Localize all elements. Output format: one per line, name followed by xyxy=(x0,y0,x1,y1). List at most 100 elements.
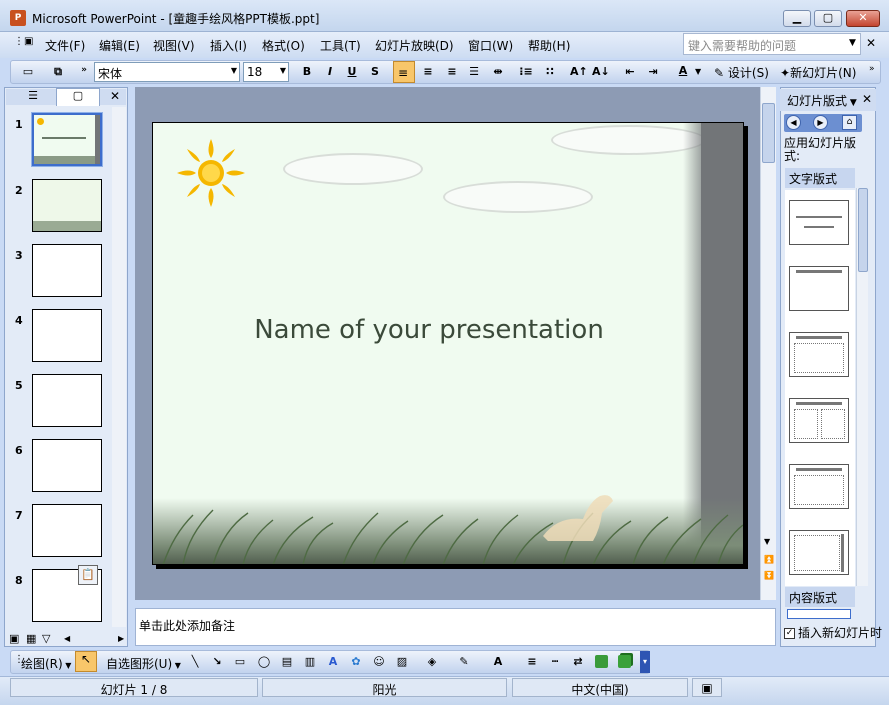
insert-new-slide-checkbox[interactable]: ✓ 插入新幻灯片时 xyxy=(784,624,882,641)
close-panel-icon[interactable]: ✕ xyxy=(110,89,120,103)
font-name-select[interactable]: 宋体 ▼ xyxy=(94,62,240,82)
layout-two-columns[interactable] xyxy=(789,398,849,443)
home-icon[interactable]: ⌂ xyxy=(842,115,857,130)
menu-insert[interactable]: 插入(I) xyxy=(210,37,247,54)
diagram-icon[interactable]: ✿ xyxy=(348,654,364,670)
spelling-status-icon[interactable]: ▣ xyxy=(692,678,722,697)
close-button[interactable]: ✕ xyxy=(846,10,880,27)
autoshapes-button[interactable]: 自选图形(U) ▼ xyxy=(106,655,181,672)
scroll-right-icon[interactable]: ▶ xyxy=(118,634,124,643)
arrow-style-icon[interactable]: ⇄ xyxy=(570,654,586,670)
layout-title-slide[interactable] xyxy=(789,200,849,245)
new-slide-button[interactable]: ✦新幻灯片(N) xyxy=(780,64,856,81)
normal-view-icon[interactable]: ▣ xyxy=(9,632,19,645)
new-file-icon[interactable]: ▭ xyxy=(20,64,36,80)
forward-icon[interactable]: ▶ xyxy=(813,115,828,130)
next-slide-icon[interactable]: ⏬ xyxy=(764,571,774,580)
italic-button[interactable]: I xyxy=(322,64,338,80)
slide-thumbnail-4[interactable] xyxy=(32,309,102,362)
fill-color-icon[interactable]: ◈ xyxy=(424,654,440,670)
maximize-button[interactable]: ▢ xyxy=(814,10,842,27)
line-color-icon[interactable]: ✎ xyxy=(456,654,472,670)
powerpoint-app-icon[interactable]: P xyxy=(10,10,26,26)
arrow-tool-icon[interactable]: ↘ xyxy=(209,654,225,670)
menu-format[interactable]: 格式(O) xyxy=(262,37,305,54)
align-left-button[interactable]: ≡ xyxy=(393,61,415,83)
slide-thumbnail-3[interactable] xyxy=(32,244,102,297)
menu-help[interactable]: 帮助(H) xyxy=(528,37,570,54)
scroll-down-icon[interactable]: ▼ xyxy=(764,537,770,546)
help-dropdown-icon[interactable]: ▼ xyxy=(849,38,856,48)
design-button[interactable]: ✎ 设计(S) xyxy=(714,64,769,81)
shadow-button[interactable]: S xyxy=(367,64,383,80)
underline-button[interactable]: U xyxy=(344,64,360,80)
paste-options-icon[interactable]: 📋 xyxy=(78,565,98,585)
slide-thumbnail-2[interactable] xyxy=(32,179,102,232)
task-pane-close-icon[interactable]: ✕ xyxy=(862,92,872,106)
notes-pane[interactable]: 单击此处添加备注 xyxy=(135,608,776,646)
previous-slide-icon[interactable]: ⏫ xyxy=(764,555,774,564)
back-icon[interactable]: ◀ xyxy=(786,115,801,130)
text-color-icon[interactable]: A xyxy=(490,654,506,670)
font-color-dropdown-icon[interactable]: ▼ xyxy=(695,67,701,76)
font-color-button[interactable]: A xyxy=(675,63,691,79)
layout-vertical-title-text[interactable] xyxy=(789,530,849,575)
bullets-icon[interactable]: ∷ xyxy=(542,64,558,80)
wordart-icon[interactable]: A xyxy=(325,654,341,670)
scroll-thumb[interactable] xyxy=(762,103,775,163)
3d-style-icon[interactable] xyxy=(618,655,631,668)
toolbar-options-icon[interactable]: » xyxy=(869,64,875,74)
align-right-icon[interactable]: ≡ xyxy=(444,64,460,80)
menu-slideshow[interactable]: 幻灯片放映(D) xyxy=(375,37,454,54)
minimize-button[interactable]: ▁ xyxy=(783,10,811,27)
help-search-input[interactable]: 键入需要帮助的问题 xyxy=(683,33,861,55)
increase-indent-icon[interactable]: ⇥ xyxy=(645,64,661,80)
numbering-icon[interactable]: ⁝≡ xyxy=(518,64,534,80)
menu-view[interactable]: 视图(V) xyxy=(153,37,195,54)
textbox-tool-icon[interactable]: ▤ xyxy=(279,654,295,670)
outline-tab[interactable]: ☰ xyxy=(14,89,52,105)
align-center-icon[interactable]: ≡ xyxy=(420,64,436,80)
slides-tab[interactable]: ▢ xyxy=(56,88,100,106)
font-size-select[interactable]: 18 ▼ xyxy=(243,62,289,82)
oval-tool-icon[interactable]: ◯ xyxy=(256,654,272,670)
decrease-indent-icon[interactable]: ⇤ xyxy=(622,64,638,80)
insert-picture-icon[interactable]: ▨ xyxy=(394,654,410,670)
content-layout-preview[interactable] xyxy=(787,609,851,619)
slide-title[interactable]: Name of your presentation xyxy=(153,315,705,345)
bold-button[interactable]: B xyxy=(299,64,315,80)
menu-file[interactable]: 文件(F) xyxy=(45,37,85,54)
current-slide[interactable]: Name of your presentation xyxy=(152,122,744,565)
slide-sorter-icon[interactable]: ▦ xyxy=(26,632,36,645)
close-document-icon[interactable]: ✕ xyxy=(866,36,876,50)
copy-icon[interactable]: ⧉ xyxy=(50,64,66,80)
menu-window[interactable]: 窗口(W) xyxy=(468,37,513,54)
layout-title-and-text[interactable] xyxy=(789,332,849,377)
line-style-icon[interactable]: ≡ xyxy=(524,654,540,670)
layout-scroll-thumb[interactable] xyxy=(858,188,868,272)
draw-menu-button[interactable]: 绘图(R) ▼ xyxy=(21,655,71,672)
slide-thumbnail-1[interactable] xyxy=(31,112,103,167)
rectangle-tool-icon[interactable]: ▭ xyxy=(232,654,248,670)
select-objects-button[interactable]: ↖ xyxy=(75,651,97,672)
menu-tools[interactable]: 工具(T) xyxy=(320,37,361,54)
line-tool-icon[interactable]: ╲ xyxy=(187,654,203,670)
layout-scrollbar[interactable] xyxy=(856,188,868,586)
slides-panel-scrollbar[interactable] xyxy=(112,107,126,627)
slide-vertical-scrollbar[interactable]: ▼ ⏫ ⏬ xyxy=(760,87,776,600)
drawbar-options-icon[interactable]: ▾ xyxy=(640,651,650,673)
toolbar-overflow-icon[interactable]: » xyxy=(76,62,92,78)
slide-thumbnail-6[interactable] xyxy=(32,439,102,492)
dash-style-icon[interactable]: ┅ xyxy=(547,654,563,670)
layout-title-only[interactable] xyxy=(789,266,849,311)
slideshow-view-icon[interactable]: ▽ xyxy=(42,632,50,645)
increase-font-icon[interactable]: A↑ xyxy=(570,64,588,80)
scroll-left-icon[interactable]: ◀ xyxy=(64,634,70,643)
shadow-style-icon[interactable] xyxy=(595,655,608,668)
slide-thumbnail-5[interactable] xyxy=(32,374,102,427)
layout-vertical-text[interactable] xyxy=(789,464,849,509)
decrease-font-icon[interactable]: A↓ xyxy=(592,64,610,80)
clipart-icon[interactable]: ☺ xyxy=(371,654,387,670)
vertical-textbox-icon[interactable]: ▥ xyxy=(302,654,318,670)
menu-edit[interactable]: 编辑(E) xyxy=(99,37,140,54)
